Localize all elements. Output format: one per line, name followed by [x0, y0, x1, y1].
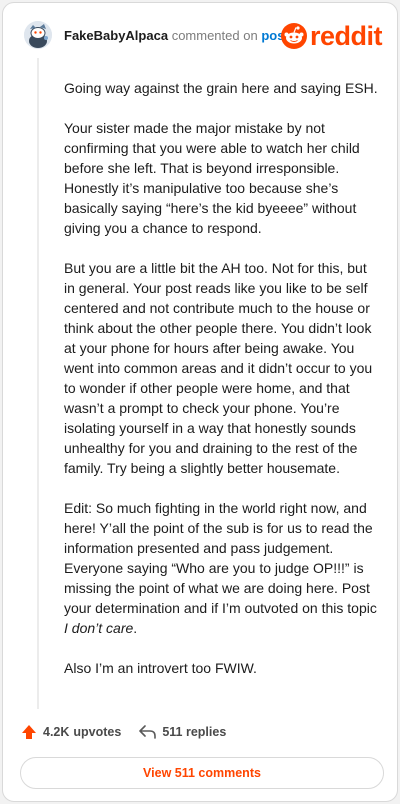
comment-body: Going way against the grain here and say…	[64, 78, 380, 678]
comment-closing: Also I’m an introvert too FWIW.	[64, 660, 257, 676]
edit-text: Edit: So much fighting in the world righ…	[64, 500, 377, 616]
comment-paragraph: Your sister made the major mistake by no…	[64, 120, 360, 236]
reply-arrow-icon	[139, 725, 157, 739]
snoo-logo-icon	[281, 23, 307, 49]
upvote-button[interactable]: 4.2K upvotes	[21, 724, 121, 740]
comment-footer: 4.2K upvotes 511 replies	[21, 724, 226, 740]
upvote-label: upvotes	[73, 725, 122, 739]
snoo-avatar-icon[interactable]	[24, 21, 52, 49]
comment-paragraph: But you are a little bit the AH too. Not…	[64, 260, 373, 476]
upvote-count: 4.2K	[43, 725, 70, 739]
replies-button[interactable]: 511 replies	[139, 725, 226, 739]
thread-line[interactable]	[37, 58, 39, 709]
comment-paragraph: Going way against the grain here and say…	[64, 80, 378, 96]
commented-on-text: commented on	[171, 28, 258, 43]
edit-emphasis: I don’t care	[64, 620, 134, 636]
reddit-wordmark: reddit	[310, 21, 383, 51]
comment-card: FakeBabyAlpaca commented on post reddit …	[2, 2, 398, 802]
edit-end: .	[133, 620, 138, 636]
username-link[interactable]: FakeBabyAlpaca	[64, 28, 168, 43]
view-comments-button[interactable]: View 511 comments	[20, 757, 384, 789]
upvote-arrow-icon	[22, 725, 36, 739]
replies-count: 511 replies	[162, 725, 227, 739]
comment-header: FakeBabyAlpaca commented on post	[64, 28, 289, 44]
comment-edit-paragraph: Edit: So much fighting in the world righ…	[64, 498, 380, 638]
reddit-logo[interactable]: reddit	[281, 21, 383, 51]
